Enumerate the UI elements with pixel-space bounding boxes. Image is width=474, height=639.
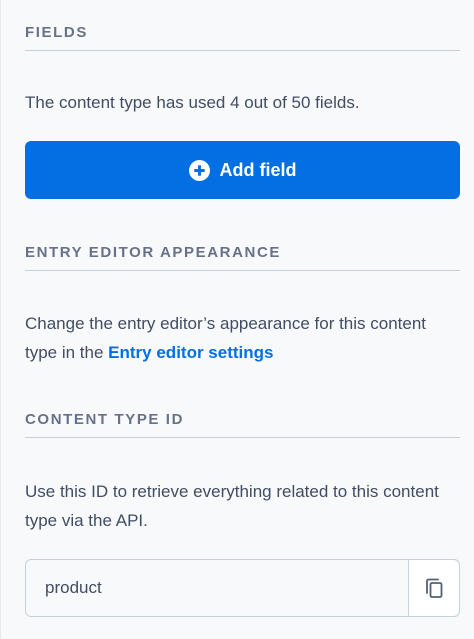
copy-id-button[interactable] [408,560,459,616]
content-type-id-description: Use this ID to retrieve everything relat… [25,482,439,530]
copy-icon [426,578,443,598]
plus-circle-icon [188,159,210,181]
fields-section-title: FIELDS [25,24,460,51]
content-type-id-input[interactable] [26,560,408,616]
add-field-label: Add field [219,159,297,180]
entry-editor-section-title: ENTRY EDITOR APPEARANCE [25,244,460,271]
entry-editor-settings-link[interactable]: Entry editor settings [108,343,273,362]
entry-editor-description: Change the entry editor’s appearance for… [25,309,455,367]
fields-usage-text: The content type has used 4 out of 50 fi… [25,93,360,112]
content-type-id-field [25,559,460,617]
sidebar-panel: FIELDS The content type has used 4 out o… [0,0,474,639]
content-type-id-section-title: CONTENT TYPE ID [25,411,460,438]
add-field-button[interactable]: Add field [25,141,460,199]
